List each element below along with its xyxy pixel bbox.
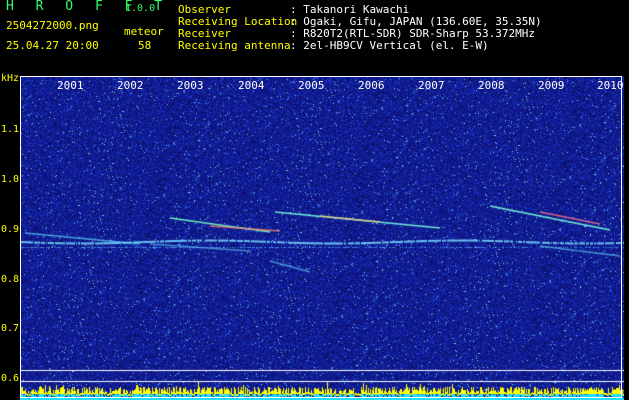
y-tick-label: 0.6 bbox=[1, 373, 20, 384]
time-tick-label: 2004 bbox=[238, 79, 265, 92]
time-tick-label: 2001 bbox=[57, 79, 84, 92]
time-tick-label: 2006 bbox=[358, 79, 385, 92]
time-tick-label: 2007 bbox=[418, 79, 445, 92]
time-tick-label: 2008 bbox=[478, 79, 505, 92]
y-tick-label: 1.0 bbox=[1, 174, 20, 185]
y-tick-label: 0.9 bbox=[1, 224, 20, 235]
file-name: 2504272000.png bbox=[6, 19, 99, 32]
time-tick-label: 2010 bbox=[597, 79, 624, 92]
y-tick-label: 0.7 bbox=[1, 323, 20, 334]
spectrogram-canvas bbox=[20, 76, 624, 400]
y-tick-label: 1.1 bbox=[1, 124, 20, 135]
meteor-label: meteor bbox=[124, 25, 164, 38]
y-axis-unit: kHz bbox=[1, 73, 20, 84]
time-tick-label: 2009 bbox=[538, 79, 565, 92]
time-tick-label: 2005 bbox=[298, 79, 325, 92]
antenna-label: Receiving antenna bbox=[178, 39, 291, 52]
time-tick-label: 2002 bbox=[117, 79, 144, 92]
file-datetime: 25.04.27 20:00 bbox=[6, 39, 99, 52]
meteor-count: 58 bbox=[138, 39, 152, 52]
app-version: 1.0.0 bbox=[125, 3, 156, 14]
y-tick-label: 0.8 bbox=[1, 274, 20, 285]
hrofft-window: H R O F F T 1.0.0 2504272000.png 25.04.2… bbox=[0, 0, 629, 400]
antenna-value: : 2el-HB9CV Vertical (el. E-W) bbox=[290, 39, 489, 52]
time-tick-label: 2003 bbox=[177, 79, 204, 92]
